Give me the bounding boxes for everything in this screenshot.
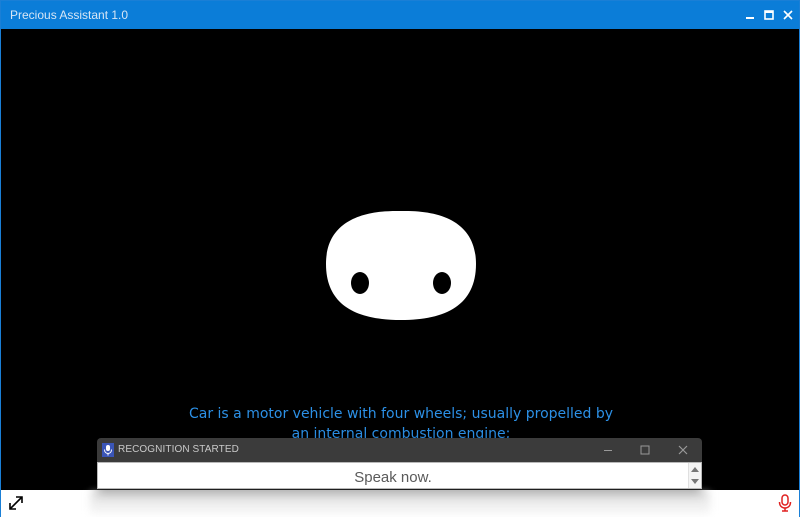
recognition-scrollbar[interactable] [688, 463, 701, 488]
maximize-button[interactable] [760, 6, 778, 24]
expand-button[interactable] [7, 494, 25, 512]
recognition-title-bar[interactable]: RECOGNITION STARTED [97, 438, 702, 462]
close-button[interactable] [779, 6, 797, 24]
minimize-button[interactable] [741, 6, 759, 24]
title-bar[interactable]: Precious Assistant 1.0 [1, 1, 799, 29]
microphone-icon [102, 443, 114, 457]
caption-line-1: Car is a motor vehicle with four wheels;… [188, 406, 614, 422]
recognition-popup: RECOGNITION STARTED Speak now. [97, 438, 702, 489]
expand-icon [9, 496, 23, 510]
microphone-icon [778, 494, 792, 512]
scroll-down-icon[interactable] [691, 479, 699, 484]
blob-face-icon [326, 210, 476, 320]
recognition-maximize-button[interactable] [637, 442, 653, 458]
recognition-title: RECOGNITION STARTED [118, 444, 239, 455]
close-icon [783, 10, 793, 20]
minimize-icon [604, 450, 612, 451]
recognition-minimize-button[interactable] [600, 442, 616, 458]
recognition-body: Speak now. [97, 462, 702, 489]
close-icon [678, 445, 688, 455]
assistant-stage: Car is a motor vehicle with four wheels;… [1, 29, 799, 490]
maximize-icon [640, 445, 650, 455]
scroll-up-icon[interactable] [691, 467, 699, 472]
recognition-message: Speak now. [354, 469, 432, 486]
recognition-close-button[interactable] [675, 442, 691, 458]
minimize-icon [746, 17, 754, 19]
toolbar-shadow [90, 492, 710, 514]
window-title: Precious Assistant 1.0 [10, 8, 129, 22]
maximize-icon [764, 10, 774, 20]
microphone-button[interactable] [777, 494, 793, 512]
